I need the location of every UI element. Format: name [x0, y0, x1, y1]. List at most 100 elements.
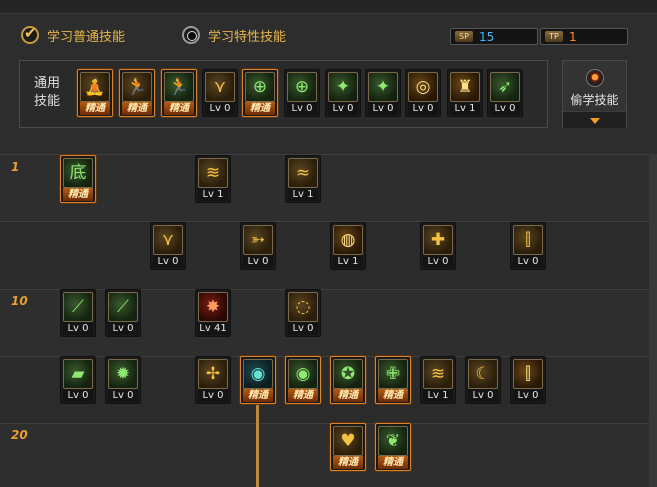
tree-skill-slot[interactable]: ≈ Lv 1: [285, 155, 321, 203]
skill-level-badge: Lv 0: [153, 255, 183, 268]
tree-skill-slot[interactable]: ❦ 精通: [375, 423, 411, 471]
top-frame: [0, 0, 657, 14]
level-marker: 20: [11, 428, 28, 442]
skill-level-badge: 精通: [378, 456, 408, 469]
tree-skill-slot[interactable]: ◌ Lv 0: [285, 289, 321, 337]
tree-skill-slot[interactable]: ⫿ Lv 0: [510, 356, 546, 404]
scrollbar[interactable]: [649, 154, 657, 487]
tree-skill-slot[interactable]: ✸ Lv 41: [195, 289, 231, 337]
skill-level-badge: Lv 0: [423, 255, 453, 268]
target-sight-icon: ⊕: [287, 72, 317, 102]
tree-skill-slot[interactable]: ▰ Lv 0: [60, 356, 96, 404]
level-marker: 1: [11, 160, 20, 174]
tp-value: 1: [569, 29, 577, 44]
power-figure-icon: ♜: [450, 72, 480, 102]
skill-link-line: [256, 404, 259, 487]
tree-skill-slot[interactable]: ☾ Lv 0: [465, 356, 501, 404]
spiral-slash-icon: ◍: [333, 225, 363, 255]
heart-shield-icon: ♥: [333, 426, 363, 456]
gold-cross-sword-icon: ✢: [198, 359, 228, 389]
tree-skill-slot[interactable]: 底精通: [60, 155, 96, 203]
tree-skill-slot[interactable]: ≋ Lv 1: [420, 356, 456, 404]
sp-points-display: SP 15: [450, 28, 538, 45]
learn-special-option[interactable]: 学习特性技能: [182, 24, 286, 46]
tree-skill-slot[interactable]: ✙ 精通: [375, 356, 411, 404]
tree-skill-slot[interactable]: ⟋ Lv 0: [105, 289, 141, 337]
rest-figure-icon: 🧘: [80, 72, 110, 102]
strike-figure-2-icon: ✦: [368, 72, 398, 102]
skill-level-badge: Lv 1: [198, 188, 228, 201]
wing-burst-icon: ⋎: [153, 225, 183, 255]
general-skill-slot[interactable]: ✦ Lv 0: [325, 69, 361, 117]
tree-skill-slot[interactable]: ≋ Lv 1: [195, 155, 231, 203]
tree-skill-slot[interactable]: ⫿ Lv 0: [510, 222, 546, 270]
sp-value: 15: [479, 29, 495, 44]
skill-level-badge: Lv 0: [408, 102, 438, 115]
general-skill-slot[interactable]: ✦ Lv 0: [365, 69, 401, 117]
skill-level-badge: Lv 0: [287, 102, 317, 115]
teal-eye-icon: ◉: [243, 359, 273, 389]
tp-icon: TP: [545, 31, 563, 42]
tree-skill-slot[interactable]: ◍ Lv 1: [330, 222, 366, 270]
claw-slash-icon: ≋: [198, 158, 228, 188]
general-skill-slot[interactable]: 🏃 精通: [161, 69, 197, 117]
tier-row: [0, 289, 649, 356]
flame-blade-icon: ⫿: [513, 359, 543, 389]
skill-level-badge: Lv 41: [198, 322, 228, 335]
general-skills-label: 通用 技能: [34, 76, 61, 109]
holy-cross-icon: ✙: [378, 359, 408, 389]
general-skill-slot[interactable]: ⊕ 精通: [242, 69, 278, 117]
green-bar-icon: ▰: [63, 359, 93, 389]
skill-level-badge: 精通: [122, 102, 152, 115]
green-blade-icon: ⟋: [108, 292, 138, 322]
general-skill-slot[interactable]: ➶ Lv 0: [487, 69, 523, 117]
green-dragon-icon: ❦: [378, 426, 408, 456]
skill-level-badge: 精通: [80, 102, 110, 115]
gold-wave-icon: ≋: [423, 359, 453, 389]
tree-skill-slot[interactable]: ⋎ Lv 0: [150, 222, 186, 270]
skill-level-badge: Lv 1: [333, 255, 363, 268]
general-skill-slot[interactable]: 🏃 精通: [119, 69, 155, 117]
skill-level-badge: Lv 1: [450, 102, 480, 115]
skill-level-badge: Lv 0: [490, 102, 520, 115]
general-skill-slot[interactable]: ⋎ Lv 0: [202, 69, 238, 117]
wave-slash-icon: ≈: [288, 158, 318, 188]
general-skill-slot[interactable]: ⊕ Lv 0: [284, 69, 320, 117]
vortex-icon: ◎: [408, 72, 438, 102]
learn-common-option[interactable]: 学习普通技能: [21, 24, 125, 46]
skill-level-badge: Lv 0: [63, 389, 93, 402]
learn-special-label: 学习特性技能: [208, 29, 287, 45]
general-skill-slot[interactable]: ♜ Lv 1: [447, 69, 483, 117]
gold-vortex-icon: ◌: [288, 292, 318, 322]
tree-skill-slot[interactable]: ➳ Lv 0: [240, 222, 276, 270]
tree-skill-slot[interactable]: ◉ 精通: [285, 356, 321, 404]
dropdown-arrow-icon[interactable]: [563, 111, 626, 128]
level-marker: 10: [11, 294, 28, 308]
tree-skill-slot[interactable]: ✢ Lv 0: [195, 356, 231, 404]
steal-orb-icon: [586, 69, 604, 87]
tier-row: [0, 221, 649, 289]
general-skill-slot[interactable]: 🧘 精通: [77, 69, 113, 117]
tree-skill-slot[interactable]: ◉ 精通: [240, 356, 276, 404]
tp-points-display: TP 1: [540, 28, 628, 45]
tree-skill-slot[interactable]: ♥ 精通: [330, 423, 366, 471]
green-burst-icon: ✹: [108, 359, 138, 389]
general-skill-slot[interactable]: ◎ Lv 0: [405, 69, 441, 117]
tree-skill-slot[interactable]: ✚ Lv 0: [420, 222, 456, 270]
sprint-figure-icon: 🏃: [164, 72, 194, 102]
green-eye-icon: ◉: [288, 359, 318, 389]
tree-skill-slot[interactable]: ✪ 精通: [330, 356, 366, 404]
skill-level-badge: Lv 0: [243, 255, 273, 268]
tier-row: [0, 154, 649, 221]
triple-blade-icon: ⫿: [513, 225, 543, 255]
rising-figure-icon: 🏃: [122, 72, 152, 102]
tree-skill-slot[interactable]: ⟋ Lv 0: [60, 289, 96, 337]
steal-skill-button[interactable]: 偷学技能: [562, 60, 627, 128]
skill-level-badge: Lv 0: [63, 322, 93, 335]
shield-cross-icon: ✚: [423, 225, 453, 255]
sp-icon: SP: [455, 31, 473, 42]
skill-level-badge: Lv 0: [108, 322, 138, 335]
tree-skill-slot[interactable]: ✹ Lv 0: [105, 356, 141, 404]
skill-level-badge: Lv 0: [468, 389, 498, 402]
fire-slash-icon: ✸: [198, 292, 228, 322]
